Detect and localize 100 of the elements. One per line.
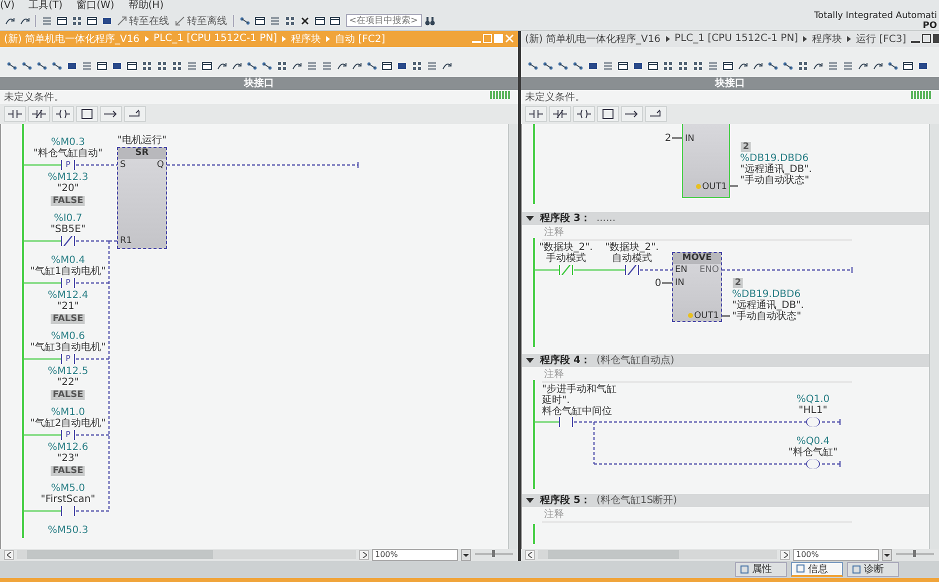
value-badge: FALSE: [50, 466, 86, 476]
coil-icon[interactable]: [52, 106, 74, 122]
grid-icon[interactable]: [170, 60, 183, 73]
normally-closed-contact-icon[interactable]: [28, 106, 50, 122]
tag-name: "数据块_2".: [605, 242, 659, 253]
maximize-icon[interactable]: [933, 34, 939, 44]
output-coil: [806, 458, 820, 469]
scroll-left-button[interactable]: [4, 550, 14, 560]
window-icon[interactable]: [200, 60, 213, 73]
move-block[interactable]: MOVE EN ENO IN OUT1: [672, 252, 722, 322]
window-icon[interactable]: [253, 14, 266, 28]
window-icon[interactable]: [616, 60, 629, 73]
menu-item[interactable]: 工具(T): [28, 0, 63, 12]
status-tab[interactable]: 信息: [791, 562, 843, 577]
tag-address: %M12.3: [48, 172, 88, 183]
status-tab[interactable]: 诊断: [847, 562, 899, 577]
horizontal-scrollbar[interactable]: [538, 550, 777, 560]
grid-icon[interactable]: [70, 14, 83, 28]
zoom-field[interactable]: 100%: [372, 548, 458, 561]
scroll-right-button[interactable]: [780, 550, 790, 560]
contact-icon[interactable]: [525, 106, 547, 122]
status-dot-icon: [688, 312, 693, 318]
vertical-scrollbar[interactable]: [929, 124, 939, 549]
menu-item[interactable]: (V): [0, 0, 15, 12]
tag-name: "气缸2自动电机": [30, 418, 106, 429]
open-branch-icon[interactable]: [100, 106, 122, 122]
brand-subtitle: PO: [922, 20, 937, 31]
grid-icon[interactable]: [155, 60, 168, 73]
breadcrumb-item[interactable]: 运行 [FC3]: [856, 32, 906, 46]
window-icon[interactable]: [95, 60, 108, 73]
go-offline-button[interactable]: 转至离线: [172, 14, 230, 28]
go-online-button[interactable]: 转至在线: [114, 14, 172, 28]
breadcrumb-item[interactable]: (新) 简单机电一体化程序_V16: [525, 32, 661, 46]
arrow-icon: [117, 16, 127, 26]
tag-name: "22": [57, 376, 79, 388]
window-icon[interactable]: [721, 60, 734, 73]
window-icon[interactable]: [313, 14, 326, 28]
window-icon[interactable]: [646, 60, 659, 73]
close-branch-icon[interactable]: [645, 106, 667, 122]
binoculars-icon[interactable]: [423, 14, 436, 28]
restore-icon[interactable]: [922, 34, 932, 44]
breadcrumb-item[interactable]: 程序块: [812, 32, 842, 46]
brand-title: Totally Integrated Automati: [814, 10, 937, 21]
close-branch-icon[interactable]: [124, 106, 146, 122]
wire: [23, 164, 61, 166]
window-icon[interactable]: [380, 60, 393, 73]
network-header[interactable]: 程序段 3： ......: [522, 212, 929, 225]
collapse-icon[interactable]: [526, 216, 534, 221]
grid-icon[interactable]: [140, 60, 153, 73]
menu-item[interactable]: 帮助(H): [128, 0, 164, 12]
grid-icon[interactable]: [275, 60, 288, 73]
pin-label: ENO: [699, 264, 719, 275]
pin-label: S: [120, 160, 126, 170]
zoom-field[interactable]: 100%: [793, 548, 879, 561]
status-tab[interactable]: 属性: [735, 562, 787, 577]
contact-icon[interactable]: [4, 106, 26, 122]
coil-icon[interactable]: [573, 106, 595, 122]
grid-icon[interactable]: [691, 60, 704, 73]
comment-label: 注释: [544, 508, 564, 520]
grid-icon[interactable]: [796, 60, 809, 73]
search-field[interactable]: <在项目中搜索>: [346, 14, 422, 28]
normally-closed-contact-icon[interactable]: [549, 106, 571, 122]
network-number: 程序段 4：: [540, 353, 590, 368]
tag-name: "数据块_2".: [539, 242, 593, 253]
grid-icon[interactable]: [283, 14, 296, 28]
wire: [672, 137, 682, 138]
sr-block[interactable]: SR S Q R1: [117, 146, 167, 249]
collapse-icon[interactable]: [526, 358, 534, 363]
comment-label: 注释: [544, 226, 564, 238]
scroll-right-button[interactable]: [359, 550, 369, 560]
open-branch-icon[interactable]: [621, 106, 643, 122]
arrow-icon: [175, 16, 185, 26]
window-icon[interactable]: [125, 60, 138, 73]
vertical-scrollbar[interactable]: [508, 124, 518, 549]
grid-icon[interactable]: [661, 60, 674, 73]
network-title: (料仓气缸1S断开): [596, 494, 677, 508]
chevron-icon: [326, 36, 330, 42]
grid-icon[interactable]: [410, 60, 423, 73]
scroll-left-button[interactable]: [525, 550, 535, 560]
dropdown-icon[interactable]: [882, 548, 892, 561]
tag-address: %M50.3: [48, 524, 88, 536]
move-block[interactable]: IN OUT1: [682, 124, 730, 198]
block-interface-label: 块接口: [244, 76, 274, 90]
window-icon[interactable]: [55, 14, 68, 28]
wire: [574, 269, 625, 270]
chevron-icon: [282, 36, 286, 42]
dropdown-icon[interactable]: [461, 548, 471, 561]
editor-title-bar[interactable]: (新) 简单机电一体化程序_V16 PLC_1 [CPU 1512C-1 PN] 程序块 运行 [FC3]: [521, 30, 939, 47]
tab-icon: [740, 564, 749, 574]
window-icon[interactable]: [901, 60, 914, 73]
window-icon[interactable]: [328, 14, 341, 28]
breadcrumb-item[interactable]: PLC_1 [CPU 1512C-1 PN]: [674, 33, 798, 44]
window-icon[interactable]: [85, 14, 98, 28]
positive-edge-contact: P: [61, 354, 75, 364]
network-number: 程序段 3：: [540, 211, 590, 226]
horizontal-scrollbar[interactable]: [17, 550, 356, 560]
network-header[interactable]: 程序段 5： (料仓气缸1S断开): [522, 494, 929, 507]
network-header[interactable]: 程序段 4： (料仓气缸自动点): [522, 354, 929, 367]
collapse-icon[interactable]: [526, 498, 534, 503]
grid-icon[interactable]: [676, 60, 689, 73]
